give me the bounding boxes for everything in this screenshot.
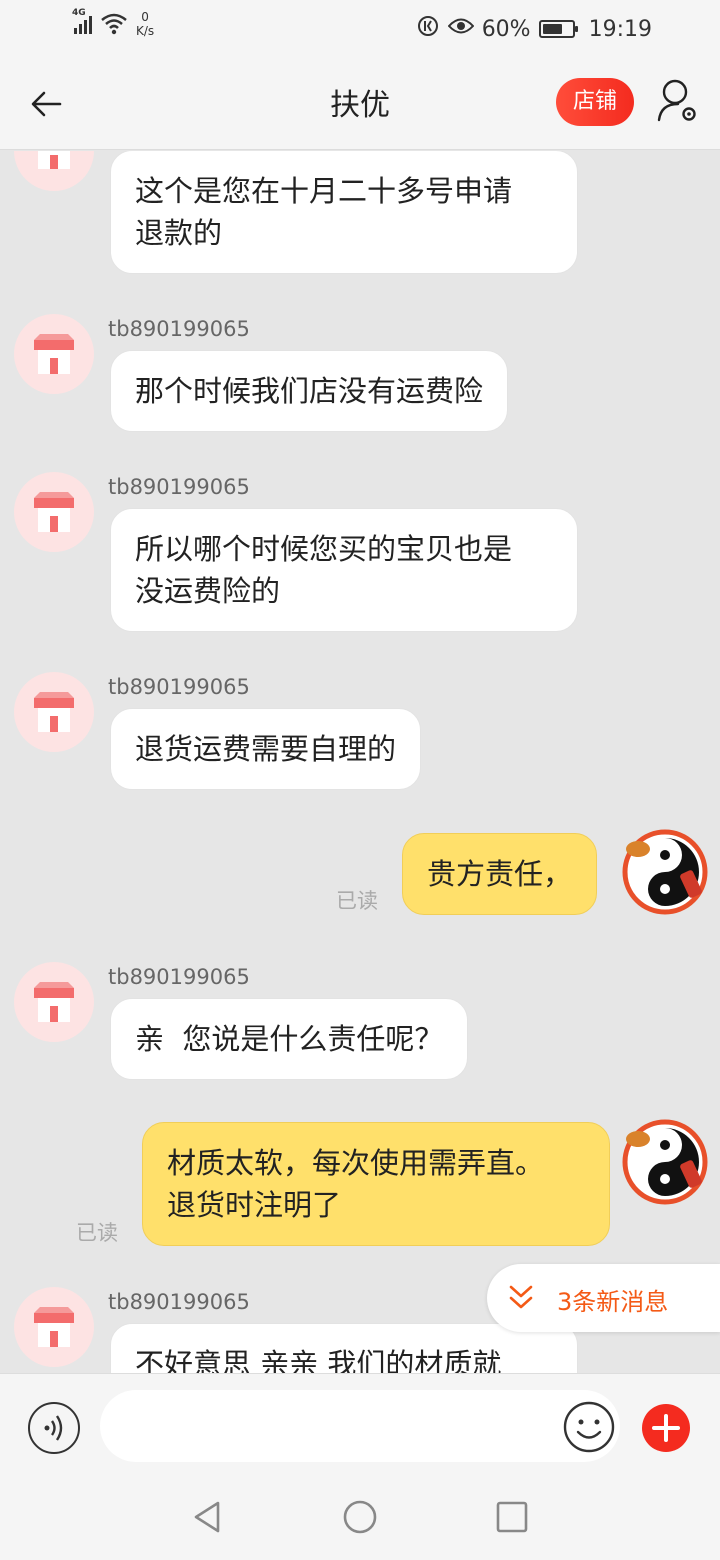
shop-avatar[interactable] [14,151,94,191]
message-line: 材质太软，每次使用需弄直。 [167,1146,545,1180]
message-bubble[interactable]: 退货运费需要自理的 [110,708,422,790]
nav-recents-button[interactable] [492,1497,532,1537]
shop-avatar[interactable] [14,1287,94,1367]
message-line: 所以哪个时候您买的宝贝也是 [135,532,513,566]
emoji-button[interactable] [562,1400,616,1454]
new-messages-button[interactable]: 3条新消息 [487,1264,720,1332]
input-bar [0,1373,720,1477]
eye-comfort-icon [447,16,475,42]
battery-percent: 60% [481,16,531,42]
sender-name: tb890199065 [108,1290,250,1314]
message-line: 不好意思 亲亲 我们的材质就 [135,1347,502,1373]
system-nav-bar [0,1477,720,1560]
plus-icon [652,1414,680,1442]
read-status: 已读 [76,1221,118,1245]
message-line: 贵方责任， [427,857,573,891]
data-saver-icon [416,14,440,44]
shop-avatar[interactable] [14,672,94,752]
sender-name: tb890199065 [108,475,250,499]
clock: 19:19 [588,16,652,42]
message-line: 亲 您说是什么责任呢？ [135,1022,444,1056]
network-speed: 0 K/s [136,10,154,38]
status-bar: 4G 0 K/s 60% 19:19 [0,0,720,56]
message-line: 退货运费需要自理的 [135,732,397,766]
signal-icon: 4G [72,8,92,34]
speed-unit: K/s [136,24,155,38]
smiley-icon [563,1401,615,1453]
new-messages-label: 3条新消息 [557,1288,669,1316]
status-left: 4G 0 K/s [72,8,154,38]
message-bubble[interactable]: 这个是您在十月二十多号申请 退款的 [110,151,578,274]
message-bubble[interactable]: 亲 您说是什么责任呢？ [110,998,469,1080]
my-message-bubble[interactable]: 贵方责任， [402,833,598,915]
voice-button[interactable] [28,1402,80,1454]
my-avatar[interactable] [620,827,710,917]
my-message-bubble[interactable]: 材质太软，每次使用需弄直。 退货时注明了 [142,1122,610,1246]
voice-icon [44,1415,63,1441]
message-line: 这个是您在十月二十多号申请 [135,174,513,208]
user-settings-button[interactable] [656,76,700,126]
wifi-icon [100,12,128,36]
chat-header: 扶优 店铺 [0,56,720,150]
sender-name: tb890199065 [108,317,250,341]
add-attachment-button[interactable] [642,1404,690,1452]
triangle-back-icon [194,1501,220,1533]
user-settings-icon [657,79,696,122]
message-bubble[interactable]: 那个时候我们店没有运费险 [110,350,509,432]
chat-messages[interactable]: 这个是您在十月二十多号申请 退款的 tb890199065 那个时候我们店没有运… [0,151,720,1373]
message-bubble[interactable]: 不好意思 亲亲 我们的材质就 [110,1323,578,1373]
message-bubble[interactable]: 所以哪个时候您买的宝贝也是 没运费险的 [110,508,578,632]
read-status: 已读 [336,889,378,913]
network-type: 4G [72,8,86,18]
shop-avatar[interactable] [14,314,94,394]
sender-name: tb890199065 [108,675,250,699]
speed-value: 0 [141,10,149,24]
square-recents-icon [496,1501,528,1533]
message-line: 退款的 [135,216,223,250]
message-input[interactable] [100,1390,620,1462]
shop-avatar[interactable] [14,472,94,552]
message-line: 没运费险的 [135,574,281,608]
shop-avatar[interactable] [14,962,94,1042]
my-avatar[interactable] [620,1117,710,1207]
sender-name: tb890199065 [108,965,250,989]
status-right: 60% 19:19 [416,14,652,44]
shop-button[interactable]: 店铺 [556,78,634,126]
double-chevron-down-icon [509,1285,533,1309]
message-line: 退货时注明了 [167,1188,342,1222]
message-line: 那个时候我们店没有运费险 [135,374,484,408]
circle-home-icon [343,1500,377,1534]
nav-back-button[interactable] [188,1497,228,1537]
battery-icon [538,20,578,38]
nav-home-button[interactable] [340,1497,380,1537]
